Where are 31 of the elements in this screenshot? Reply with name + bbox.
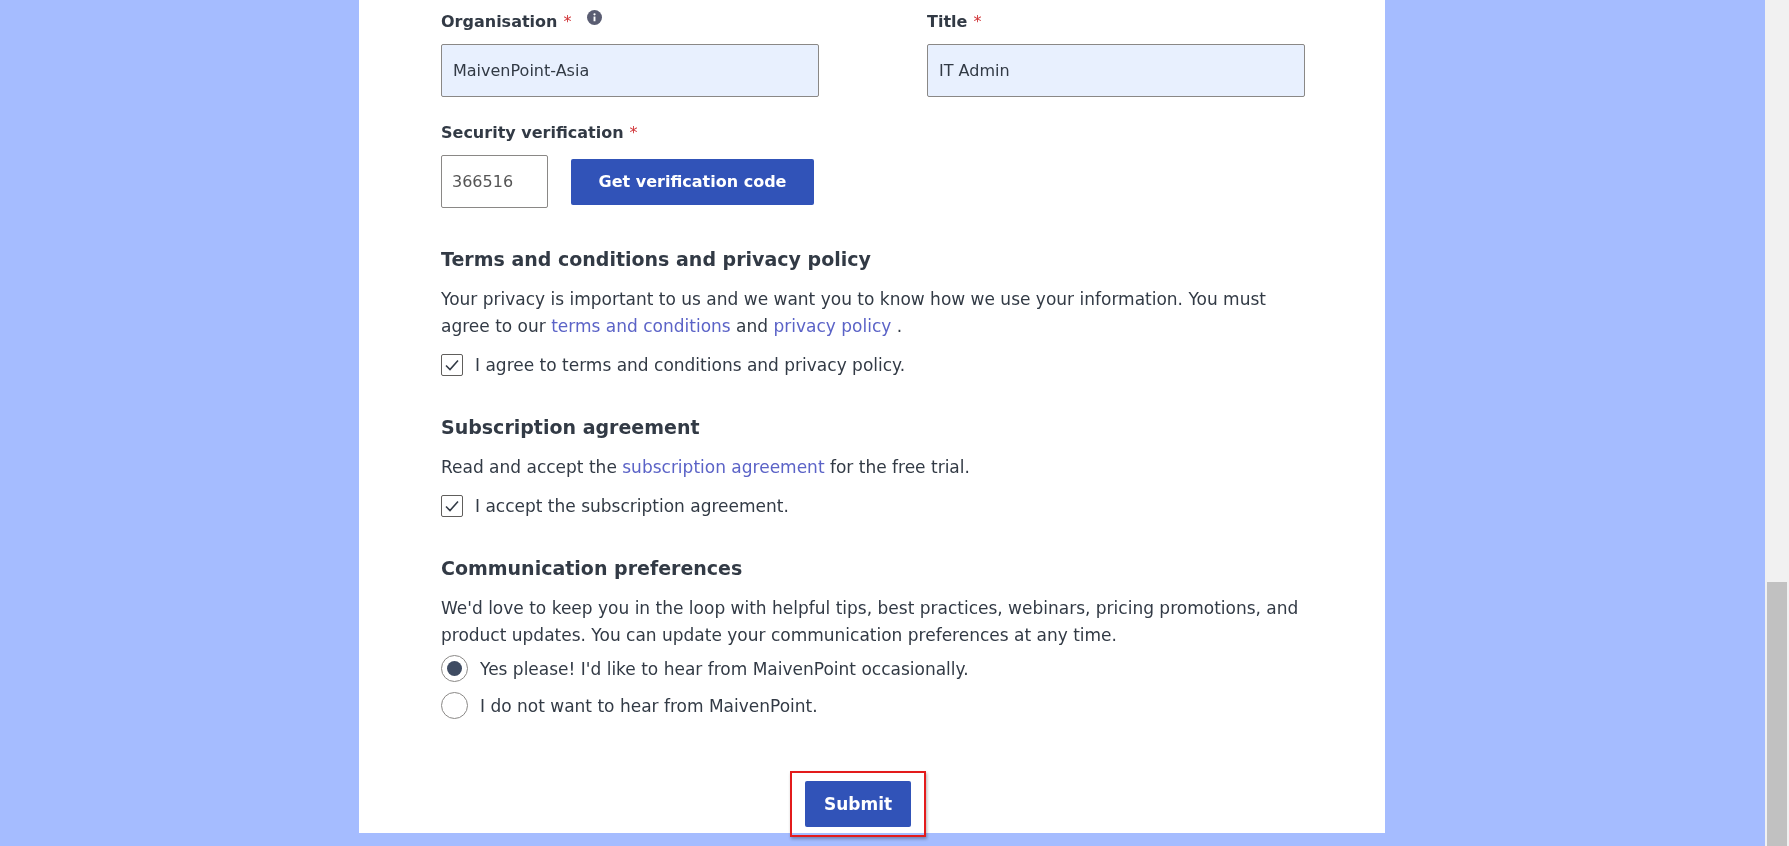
checkbox[interactable] <box>441 354 463 376</box>
section-text: Your privacy is important to us and we want you to know how we use your information. You must agree to our terms and conditions and privacy policy . <box>441 288 1267 338</box>
required-asterisk: * <box>563 11 572 31</box>
info-icon[interactable] <box>587 9 603 25</box>
field-label: Security verification <box>441 122 624 142</box>
section-heading: Subscription agreement <box>441 415 701 440</box>
option-label: I accept the subscription agreement. <box>475 496 789 516</box>
scrollbar[interactable] <box>1765 0 1789 846</box>
required-asterisk: * <box>629 122 638 142</box>
verification-code-field[interactable]: 366516 <box>441 155 548 208</box>
field-label: Title <box>927 11 968 31</box>
section-text: We'd love to keep you in the loop with helpful tips, best practices, webinars, pricing promotions, and product updates. You can update your communication preferences at any time. <box>441 597 1300 647</box>
link[interactable]: privacy policy <box>773 316 892 336</box>
option-label: I agree to terms and conditions and privacy policy. <box>475 355 906 375</box>
section-heading: Terms and conditions and privacy policy <box>441 247 872 272</box>
section-heading: Communication preferences <box>441 556 744 581</box>
get-code-button[interactable]: Get verification code <box>571 158 814 205</box>
required-asterisk: * <box>973 11 982 31</box>
scrollbar-thumb[interactable] <box>1767 582 1787 846</box>
option-label: I do not want to hear from MaivenPoint. <box>480 695 818 716</box>
option-label: Yes please! I'd like to hear from MaivenPoint occasionally. <box>480 658 969 679</box>
checkmark-icon <box>445 359 459 371</box>
link[interactable]: subscription agreement <box>622 457 825 477</box>
submit-button[interactable]: Submit <box>805 781 911 827</box>
checkbox[interactable] <box>441 495 463 517</box>
section-text: Read and accept the subscription agreement for the free trial. <box>441 456 971 479</box>
checkmark-icon <box>445 500 459 512</box>
text-field[interactable]: MaivenPoint-Asia <box>441 44 819 97</box>
link[interactable]: terms and conditions <box>551 316 731 336</box>
field-label: Organisation <box>441 11 558 31</box>
text-field[interactable]: IT Admin <box>927 44 1305 97</box>
